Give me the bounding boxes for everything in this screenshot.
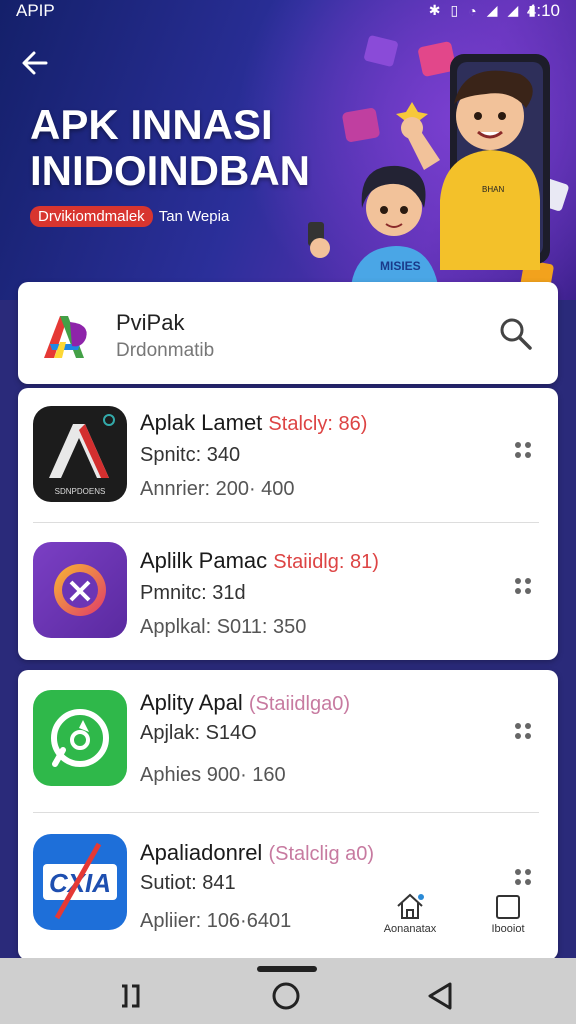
more-options-icon[interactable] [512,866,534,888]
back-arrow-icon[interactable] [18,46,52,80]
more-options-icon[interactable] [512,439,534,461]
status-time: 4:10 [526,1,560,20]
app-list-card: SDNPDOENS Aplak Lamet Stalcly: 86) Spnit… [18,388,558,660]
hero-subtitle: Drvikiomdmalek Tan Wepia [30,206,229,227]
app-title-text: Aplity Apal [140,690,243,715]
app-logo-icon [44,316,87,358]
app-title-text: Apaliadonrel [140,840,263,865]
square-icon [496,895,520,919]
app-line2: Sutiot: 841 [140,872,236,894]
vibrate-icon: ▯ [450,2,459,18]
app-header-card: PviPak Drdonmatib [18,282,558,384]
shirt-label: MISIES [380,259,421,273]
back-button-icon[interactable] [420,976,460,1016]
list-item[interactable]: Aplilk Pamac Staiidlg: 81) Pmnitc: 31d A… [18,526,558,656]
app-status: (Staiidlga0) [248,693,351,715]
gesture-pill[interactable] [257,966,317,972]
list-item[interactable]: SDNPDOENS Aplak Lamet Stalcly: 86) Spnit… [18,388,558,518]
app-icon-green [33,690,127,786]
app-name: PviPak [116,310,185,335]
tab-home-label: Aonanatax [383,923,437,935]
app-icon-purple [33,542,127,638]
search-icon[interactable] [498,316,534,352]
app-status: Stalcly: 86) [268,413,368,435]
status-icons: ✱ ▯ ◔ ◢ ◢ ▮ [429,2,536,19]
app-line3: Annrier: 200· 400 [140,478,295,500]
home-icon [397,893,424,919]
tab-library-label: Ibooiot [491,923,525,935]
divider [33,522,539,523]
hero-subtitle-text: Tan Wepia [158,208,230,225]
app-title: Aplak Lamet Stalcly: 86) [140,410,367,436]
app-line3: Applkal: S011: 350 [140,616,307,638]
app-line2: Spnitc: 340 [140,444,241,466]
app-icon-text: SDNPDOENS [55,487,106,496]
hero-title-line1: APK INNASI [30,101,273,148]
app-icon-dark: SDNPDOENS [33,406,127,502]
signal-icon-2: ◢ [507,2,519,18]
hero-banner: BHAN MISIES APIP ✱ ▯ ◔ ◢ ◢ ▮ 4:10 APK IN… [0,0,576,300]
app-description: Drdonmatib [116,340,215,361]
recents-icon[interactable] [110,976,150,1016]
app-title: Aplity Apal (Staiidlga0) [140,690,350,716]
tab-library[interactable]: Ibooiot [476,894,540,935]
signal-icon: ◢ [486,2,498,18]
home-button-icon[interactable] [266,976,306,1016]
tab-home[interactable]: Aonanatax [380,892,440,935]
app-title: Aplilk Pamac Staiidlg: 81) [140,548,379,574]
app-line3: Apliier: 106·6401 [140,910,292,932]
bluetooth-icon: ✱ [428,2,441,18]
app-status: Staiidlg: 81) [273,551,379,573]
hero-title: APK INNASI INIDOINDBAN [30,102,310,194]
app-line2: Apjlak: S14O [140,722,257,744]
status-app-name: APIP [16,1,55,20]
wifi-icon: ◔ [468,2,477,19]
app-icon-blue: CXIA [33,834,127,930]
status-bar: APIP ✱ ▯ ◔ ◢ ◢ ▮ 4:10 [0,0,576,24]
hero-title-line2: INIDOINDBAN [30,147,310,194]
svg-text:BHAN: BHAN [482,185,504,194]
app-list-card: Aplity Apal (Staiidlga0) Apjlak: S14O Ap… [18,670,558,960]
more-options-icon[interactable] [512,575,534,597]
hero-illustration: BHAN MISIES [308,35,569,300]
more-options-icon[interactable] [512,720,534,742]
divider [33,812,539,813]
list-item[interactable]: Aplity Apal (Staiidlga0) Apjlak: S14O Ap… [18,670,558,800]
app-title: Apaliadonrel (Stalclig a0) [140,840,374,866]
app-status: (Stalclig a0) [268,843,375,865]
app-title-text: Aplilk Pamac [140,548,268,573]
hero-subtitle-pill: Drvikiomdmalek [30,206,153,227]
system-navigation-bar [0,958,576,1024]
app-title-text: Aplak Lamet [140,410,263,435]
app-line2: Pmnitc: 31d [140,582,246,604]
app-line3: Aphies 900· 160 [140,764,286,786]
